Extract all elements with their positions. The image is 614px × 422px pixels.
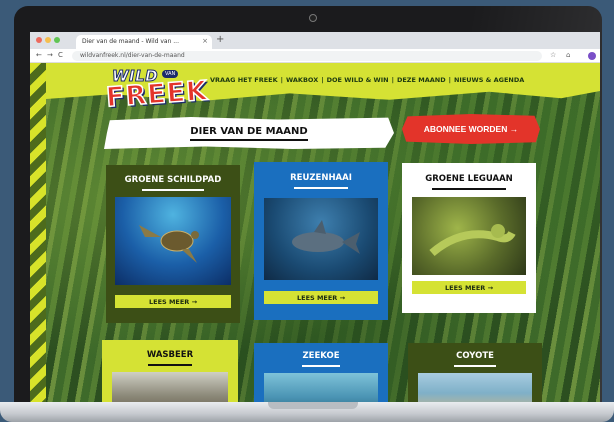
decorative-stripe (30, 63, 46, 404)
animal-card-zeekoe[interactable]: ZEEKOE (254, 343, 388, 404)
coyote-photo[interactable] (418, 373, 532, 404)
card-title-underline (148, 364, 192, 366)
card-title-underline (454, 365, 496, 367)
card-title: COYOTE (456, 351, 494, 361)
nav-separator: | (280, 76, 284, 84)
read-more-button[interactable]: LEES MEER → (115, 295, 231, 308)
subscribe-button[interactable]: ABONNEE WORDEN → (402, 114, 540, 144)
animal-card-reuzenhaai[interactable]: REUZENHAAI LEES MEER → (254, 162, 388, 320)
shark-illustration (292, 220, 360, 254)
animal-card-groene-schildpad[interactable]: GROENE SCHILDPAD LEES MEER → (106, 165, 240, 323)
extension-icon[interactable]: ⌂ (566, 51, 570, 59)
card-title: GROENE LEGUAAN (425, 174, 513, 184)
iguana-photo[interactable] (412, 197, 526, 275)
maximize-window-icon[interactable] (54, 37, 60, 43)
card-title-underline (432, 188, 506, 190)
card-title-underline (294, 187, 348, 189)
read-more-button[interactable]: LEES MEER → (264, 291, 378, 304)
iguana-illustration (429, 224, 516, 257)
browser-tab[interactable]: Dier van de maand - Wild van ... × (76, 35, 212, 49)
card-title: GROENE SCHILDPAD (124, 175, 222, 185)
nav-item-nieuws-agenda[interactable]: NIEUWS & AGENDA (454, 76, 524, 84)
tab-title: Dier van de maand - Wild van ... (82, 38, 179, 45)
page-title-underline (190, 139, 308, 141)
logo-freek-text[interactable]: FREEK (104, 75, 209, 115)
animal-card-wasbeer[interactable]: WASBEER (102, 340, 238, 404)
page-title: DIER VAN DE MAAND (190, 126, 308, 137)
nav-separator: | (448, 76, 451, 84)
main-navigation: VRAAG HET FREEK | WAKBOX | DOE WILD & WI… (210, 76, 524, 84)
shark-photo[interactable] (264, 198, 378, 280)
turtle-illustration (139, 225, 199, 263)
card-title-underline (302, 365, 340, 367)
nav-separator: | (321, 76, 324, 84)
webcam-icon (309, 14, 317, 22)
nav-separator: | (391, 76, 394, 84)
laptop-screen: Dier van de maand - Wild van ... × + ← →… (30, 32, 600, 404)
url-text: wildvanfreek.nl/dier-van-de-maand (80, 52, 185, 59)
raccoon-photo[interactable] (112, 372, 228, 404)
card-title: WASBEER (146, 350, 194, 360)
browser-tab-bar: Dier van de maand - Wild van ... × + (30, 32, 600, 49)
minimize-window-icon[interactable] (45, 37, 51, 43)
read-more-button[interactable]: LEES MEER → (412, 281, 526, 294)
profile-avatar[interactable] (588, 52, 596, 60)
card-title-underline (142, 189, 204, 191)
nav-item-vraag-het-freek[interactable]: VRAAG HET FREEK (210, 76, 278, 84)
forward-button[interactable]: → (47, 51, 53, 59)
turtle-photo[interactable] (115, 197, 231, 285)
nav-item-deze-maand[interactable]: DEZE MAAND (397, 76, 446, 84)
address-bar[interactable]: wildvanfreek.nl/dier-van-de-maand (72, 51, 542, 61)
nav-item-doe-wild-win[interactable]: DOE WILD & WIN (327, 76, 389, 84)
animal-card-groene-leguaan[interactable]: GROENE LEGUAAN LEES MEER → (402, 163, 536, 313)
nav-item-wakbox[interactable]: WAKBOX (286, 76, 318, 84)
tab-close-icon[interactable]: × (202, 37, 208, 45)
manatee-photo[interactable] (264, 373, 378, 404)
card-title: REUZENHAAI (290, 173, 352, 183)
reload-button[interactable]: C (58, 51, 63, 59)
new-tab-button[interactable]: + (216, 34, 224, 45)
back-button[interactable]: ← (36, 51, 42, 59)
website: WILD VAN FREEK VRAAG HET FREEK | WAKBOX … (30, 63, 600, 404)
laptop-base-notch (268, 402, 358, 409)
close-window-icon[interactable] (36, 37, 42, 43)
browser-toolbar: ← → C wildvanfreek.nl/dier-van-de-maand … (30, 49, 600, 63)
card-title: ZEEKOE (302, 351, 340, 361)
animal-card-coyote[interactable]: COYOTE (408, 343, 542, 404)
bookmark-star-icon[interactable]: ☆ (550, 51, 556, 59)
